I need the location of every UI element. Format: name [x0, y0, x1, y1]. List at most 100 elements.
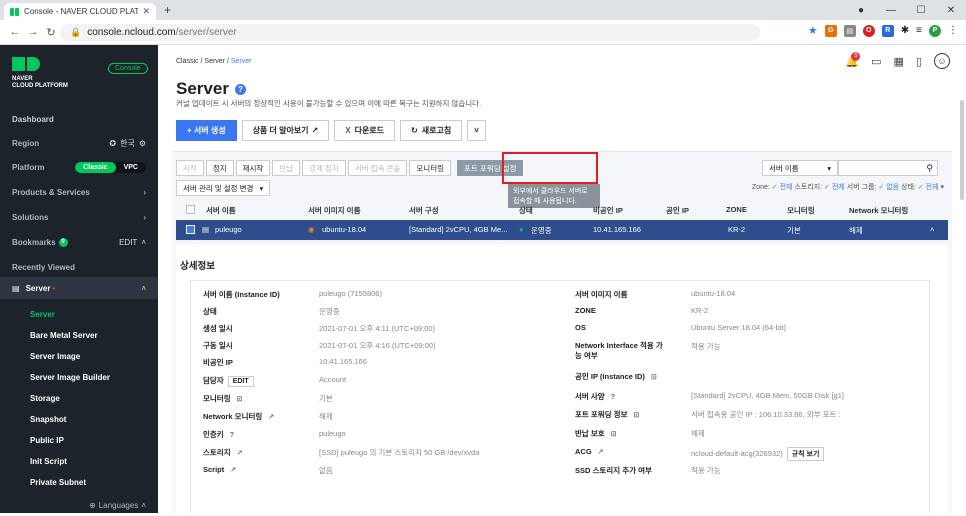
forward-icon[interactable]: →: [24, 26, 42, 38]
col-status[interactable]: 상태: [519, 205, 533, 216]
opera-icon[interactable]: O: [862, 24, 875, 37]
create-server-button[interactable]: + 서버 생성: [176, 120, 237, 141]
breadcrumb-classic[interactable]: Classic: [176, 58, 199, 65]
force-stop-button[interactable]: 강제 정지: [302, 160, 346, 176]
extension-icon[interactable]: ▤: [843, 24, 856, 37]
detail-value: 10.41.165.166: [319, 357, 367, 366]
acg-value: ncloud-default-acg(326932): [691, 449, 783, 458]
scrollbar[interactable]: [960, 100, 964, 200]
sidebar-item-storage[interactable]: Storage: [0, 388, 158, 409]
sidebar-item-solutions[interactable]: Solutions ›: [0, 206, 158, 228]
sidebar-item-bare-metal[interactable]: Bare Metal Server: [0, 325, 158, 346]
sidebar-item-server-image[interactable]: Server Image: [0, 346, 158, 367]
row-checkbox[interactable]: [186, 225, 195, 236]
breadcrumb-server[interactable]: Server: [204, 58, 225, 65]
reading-list-icon[interactable]: ≡: [916, 25, 922, 36]
search-icon[interactable]: ⚲: [926, 163, 933, 174]
platform-toggle[interactable]: Classic VPC: [75, 161, 146, 173]
owner-edit-button[interactable]: EDIT: [227, 376, 254, 387]
profile-avatar[interactable]: P: [929, 24, 941, 37]
col-net-monitoring[interactable]: Network 모니터링: [849, 205, 908, 216]
status-dot-icon: ●: [519, 225, 524, 234]
url-field[interactable]: 🔒 console.ncloud.com/server/server: [60, 24, 760, 41]
browser-tab[interactable]: Console - NAVER CLOUD PLATF ✕: [4, 3, 156, 20]
download-button[interactable]: X 다운로드: [334, 120, 396, 141]
external-link-icon[interactable]: ↗: [268, 413, 274, 421]
sidebar-item-server[interactable]: Server: [0, 304, 158, 325]
profile-dot-icon[interactable]: ●: [846, 5, 876, 16]
col-public-ip[interactable]: 공인 IP: [666, 205, 689, 216]
help-icon[interactable]: ?: [611, 394, 615, 401]
search-field-select[interactable]: 서버 이름 ▾: [762, 160, 838, 176]
back-icon[interactable]: ←: [6, 26, 24, 38]
external-link-icon[interactable]: ↗: [230, 466, 236, 474]
settings-icon[interactable]: ⊡: [651, 373, 657, 381]
start-button[interactable]: 시작: [176, 160, 204, 176]
sidebar-group-server[interactable]: ▤ Server • ˄: [0, 277, 158, 299]
sidebar-item-bookmarks[interactable]: Bookmarks 0 EDIT ˄: [0, 231, 158, 253]
monitoring-button[interactable]: 모니터링: [409, 160, 452, 176]
detail-value: puleugo: [319, 429, 346, 438]
chat-icon[interactable]: ▭: [871, 55, 881, 68]
calendar-icon[interactable]: ▦: [894, 55, 904, 68]
minimize-icon[interactable]: —: [876, 5, 906, 16]
extension-icon[interactable]: R: [881, 24, 894, 37]
external-link-icon[interactable]: ↗: [237, 449, 243, 457]
sidebar-item-dashboard[interactable]: Dashboard: [0, 108, 158, 130]
cell-image: ubuntu-18.04: [322, 225, 367, 234]
bookmark-star-icon[interactable]: ★: [808, 24, 818, 37]
manage-settings-dropdown[interactable]: 서버 관리 및 설정 변경 ▾: [176, 180, 271, 196]
external-link-icon[interactable]: ↗: [598, 448, 604, 456]
puzzle-icon[interactable]: ✱: [901, 25, 909, 36]
bookmarks-edit[interactable]: EDIT: [119, 238, 137, 247]
new-tab-icon[interactable]: +: [164, 3, 171, 17]
help-icon[interactable]: ?: [234, 83, 246, 95]
search-input[interactable]: ⚲: [838, 160, 938, 176]
reload-icon[interactable]: ↻: [42, 26, 60, 39]
sidebar-item-init-script[interactable]: Init Script: [0, 451, 158, 472]
sidebar-item-recent[interactable]: Recently Viewed: [0, 256, 158, 278]
table-row[interactable]: ▤ puleugo ◉ ubuntu-18.04 [Standard] 2vCP…: [176, 220, 948, 240]
sidebar-item-image-builder[interactable]: Server Image Builder: [0, 367, 158, 388]
maximize-icon[interactable]: ☐: [906, 5, 936, 16]
gear-icon[interactable]: ⚙: [139, 139, 146, 148]
detail-key: 인증키?: [203, 429, 234, 440]
toggle-classic[interactable]: Classic: [75, 161, 116, 173]
col-image-name[interactable]: 서버 이미지 이름: [308, 205, 360, 216]
select-all-checkbox[interactable]: [186, 205, 195, 216]
col-spec[interactable]: 서버 구성: [409, 205, 439, 216]
settings-icon[interactable]: ⊡: [237, 395, 243, 403]
sidebar-item-private-subnet[interactable]: Private Subnet: [0, 472, 158, 493]
collapse-icon[interactable]: ˄: [930, 225, 934, 234]
col-server-name[interactable]: 서버 이름: [206, 205, 236, 216]
settings-icon[interactable]: ⊡: [611, 430, 617, 438]
toggle-vpc[interactable]: VPC: [116, 162, 146, 173]
user-avatar[interactable]: ☺: [934, 53, 950, 69]
filter-summary[interactable]: Zone: ✓ 전체 스토리지: ✓ 전체 서버 그룹: ✓ 없음 상태: ✓ …: [752, 182, 944, 192]
refresh-button[interactable]: ↻ 새로고침: [400, 120, 463, 141]
filter-group-value: 없음: [886, 184, 900, 191]
return-button[interactable]: 반납: [272, 160, 301, 176]
console-access-button[interactable]: 서버 접속 콘솔: [347, 160, 408, 176]
col-monitoring[interactable]: 모니터링: [787, 205, 815, 216]
naver-cloud-logo[interactable]: NAVER CLOUD PLATFORM: [12, 57, 68, 90]
sidebar-item-snapshot[interactable]: Snapshot: [0, 409, 158, 430]
close-window-icon[interactable]: ✕: [936, 5, 966, 16]
col-zone[interactable]: ZONE: [726, 205, 747, 214]
acg-rule-button[interactable]: 규칙 보기: [786, 447, 825, 461]
settings-icon[interactable]: ⊡: [633, 411, 639, 419]
more-dropdown-button[interactable]: ˅: [467, 120, 486, 141]
bell-icon[interactable]: 🔔 5: [845, 51, 861, 68]
help-icon[interactable]: ?: [230, 432, 234, 439]
col-private-ip[interactable]: 비공인 IP: [593, 205, 623, 216]
tab-close-icon[interactable]: ✕: [142, 6, 150, 17]
stop-button[interactable]: 정지: [205, 160, 234, 176]
restart-button[interactable]: 재시작: [235, 160, 271, 176]
sidebar-item-products[interactable]: Products & Services ›: [0, 181, 158, 203]
sidebar-item-region[interactable]: Region ✪ 한국 ⚙: [0, 132, 158, 154]
more-menu-icon[interactable]: ⋮: [948, 25, 958, 36]
more-info-button[interactable]: 상품 더 알아보기 ↗: [241, 120, 330, 141]
document-icon[interactable]: ▯: [916, 55, 922, 68]
sidebar-item-public-ip[interactable]: Public IP: [0, 430, 158, 451]
extension-icon[interactable]: G: [824, 24, 837, 37]
